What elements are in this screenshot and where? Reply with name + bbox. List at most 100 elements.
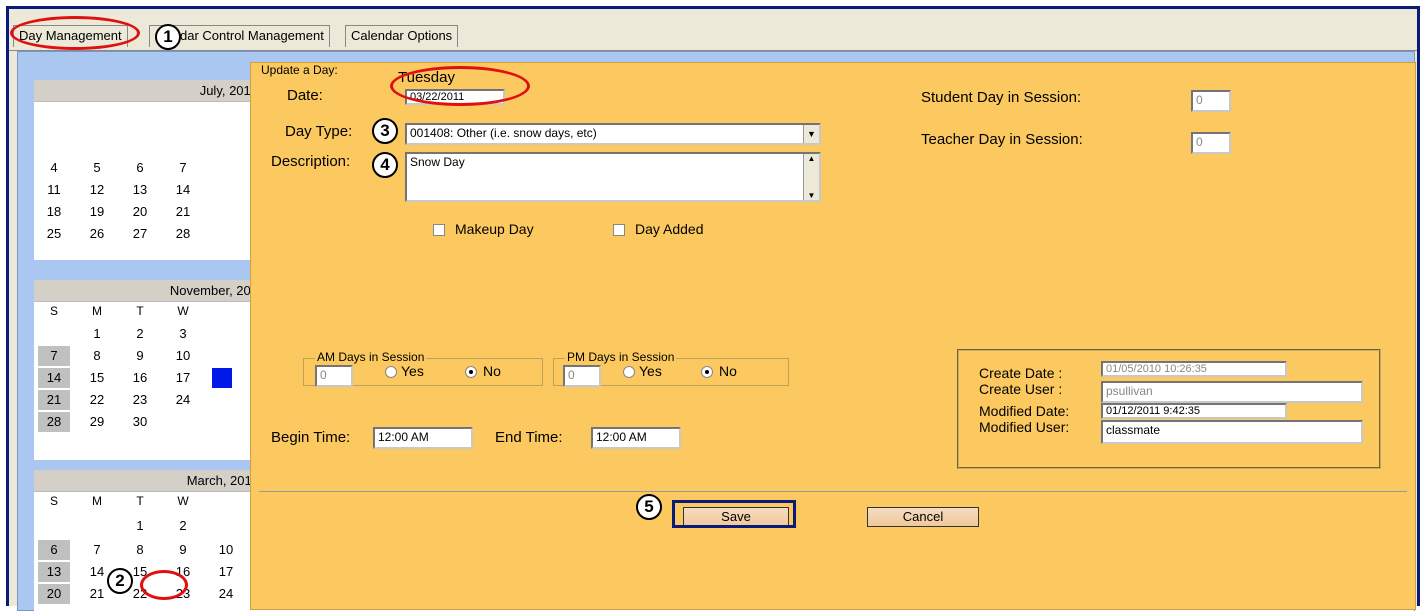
tab-label: dar Control Management [180, 28, 324, 43]
modified-user-label: Modified User: [979, 419, 1070, 435]
mini-calendar-header: July, 2010 [34, 80, 264, 102]
tab-bar: Day Management dar Control Management Ca… [9, 9, 1417, 51]
calendar-day[interactable]: 6 [38, 540, 70, 560]
day-added-label: Day Added [635, 221, 704, 237]
student-session-input[interactable]: 0 [1191, 90, 1231, 112]
calendar-day[interactable]: 8 [81, 346, 113, 366]
begin-time-label: Begin Time: [271, 429, 351, 446]
calendar-day[interactable]: 17 [210, 562, 242, 582]
pm-yes-radio[interactable] [623, 366, 635, 378]
calendar-day[interactable]: 13 [124, 180, 156, 200]
student-session-label: Student Day in Session: [921, 89, 1082, 106]
chevron-down-icon[interactable]: ▼ [803, 125, 819, 143]
calendar-day[interactable]: 1 [81, 324, 113, 344]
calendar-day[interactable]: 20 [124, 202, 156, 222]
calendar-day[interactable]: 30 [124, 412, 156, 432]
am-yes-radio[interactable] [385, 366, 397, 378]
day-type-label: Day Type: [285, 123, 353, 140]
pm-no-radio[interactable] [701, 366, 713, 378]
calendar-day[interactable]: 1 [124, 516, 156, 536]
calendar-day[interactable]: 21 [167, 202, 199, 222]
tab-calendar-options[interactable]: Calendar Options [345, 25, 459, 47]
calendar-day[interactable]: 6 [124, 158, 156, 178]
calendar-day[interactable]: 20 [38, 584, 70, 604]
modified-date-label: Modified Date: [979, 403, 1070, 419]
mini-calendar-header: November, 201 [34, 280, 264, 302]
annotation-number: 5 [636, 494, 662, 520]
calendar-day-highlight[interactable] [212, 368, 232, 388]
calendar-day[interactable]: 2 [124, 324, 156, 344]
modified-date-input: 01/12/2011 9:42:35 [1101, 403, 1287, 419]
modified-user-input[interactable]: classmate [1101, 420, 1363, 444]
am-no-radio[interactable] [465, 366, 477, 378]
calendar-day[interactable]: 24 [167, 390, 199, 410]
am-yes-label: Yes [401, 363, 424, 379]
dow-label: M [92, 304, 102, 318]
mini-calendar-november: November, 201 S M T W 1 2 3 7 8 9 10 14 … [34, 280, 264, 460]
pm-session-input[interactable]: 0 [563, 365, 601, 387]
calendar-day[interactable]: 18 [38, 202, 70, 222]
day-type-select[interactable]: 001408: Other (i.e. snow days, etc) ▼ [405, 123, 821, 145]
calendar-day[interactable]: 14 [38, 368, 70, 388]
calendar-day[interactable]: 2 [167, 516, 199, 536]
annotation-number: 1 [155, 24, 181, 50]
calendar-day[interactable]: 21 [38, 390, 70, 410]
end-time-input[interactable]: 12:00 AM [591, 427, 681, 449]
calendar-day[interactable]: 26 [81, 224, 113, 244]
day-type-value: 001408: Other (i.e. snow days, etc) [410, 126, 597, 140]
calendar-day[interactable]: 11 [38, 180, 70, 200]
calendar-day[interactable]: 7 [38, 346, 70, 366]
description-value: Snow Day [410, 155, 465, 169]
calendar-day[interactable]: 25 [38, 224, 70, 244]
day-added-checkbox[interactable] [613, 224, 625, 236]
calendar-day[interactable]: 8 [124, 540, 156, 560]
calendar-day[interactable]: 16 [124, 368, 156, 388]
calendar-day[interactable]: 23 [124, 390, 156, 410]
annotation-ellipse [10, 16, 140, 50]
calendar-day[interactable]: 4 [38, 158, 70, 178]
calendar-day[interactable]: 5 [81, 158, 113, 178]
date-label: Date: [287, 87, 323, 104]
annotation-ellipse [140, 570, 188, 600]
description-label: Description: [271, 153, 351, 170]
calendar-day[interactable]: 19 [81, 202, 113, 222]
update-day-panel: Update a Day: Tuesday Date: 03/22/2011 D… [250, 62, 1416, 610]
calendar-day[interactable]: 9 [167, 540, 199, 560]
description-textarea[interactable]: Snow Day ▲ ▼ [405, 152, 821, 202]
calendar-day[interactable]: 28 [167, 224, 199, 244]
scroll-up-icon[interactable]: ▲ [804, 154, 819, 163]
calendar-day[interactable]: 7 [167, 158, 199, 178]
pm-yes-label: Yes [639, 363, 662, 379]
calendar-day[interactable]: 7 [81, 540, 113, 560]
calendar-day[interactable]: 27 [124, 224, 156, 244]
calendar-day[interactable]: 10 [210, 540, 242, 560]
cancel-button[interactable]: Cancel [867, 507, 979, 527]
teacher-session-input[interactable]: 0 [1191, 132, 1231, 154]
calendar-day[interactable]: 24 [210, 584, 242, 604]
calendar-day[interactable]: 10 [167, 346, 199, 366]
end-time-label: End Time: [495, 429, 563, 446]
calendar-day[interactable]: 29 [81, 412, 113, 432]
calendar-day[interactable]: 17 [167, 368, 199, 388]
annotation-box [672, 500, 796, 528]
calendar-day[interactable]: 12 [81, 180, 113, 200]
create-date-label: Create Date : [979, 365, 1063, 381]
am-session-input[interactable]: 0 [315, 365, 353, 387]
calendar-day[interactable]: 15 [81, 368, 113, 388]
divider [259, 491, 1407, 492]
calendar-day[interactable]: 13 [38, 562, 70, 582]
dow-label: T [136, 304, 144, 318]
dow-label: T [136, 494, 144, 508]
calendar-day[interactable]: 28 [38, 412, 70, 432]
begin-time-input[interactable]: 12:00 AM [373, 427, 473, 449]
calendar-day[interactable]: 14 [167, 180, 199, 200]
calendar-day[interactable]: 3 [167, 324, 199, 344]
create-user-input: psullivan [1101, 381, 1363, 403]
panel-legend: Update a Day: [259, 63, 340, 77]
pm-no-label: No [719, 363, 737, 379]
calendar-day[interactable]: 9 [124, 346, 156, 366]
scroll-down-icon[interactable]: ▼ [804, 191, 819, 200]
calendar-day[interactable]: 22 [81, 390, 113, 410]
makeup-day-checkbox[interactable] [433, 224, 445, 236]
scrollbar[interactable]: ▲ ▼ [803, 154, 819, 200]
